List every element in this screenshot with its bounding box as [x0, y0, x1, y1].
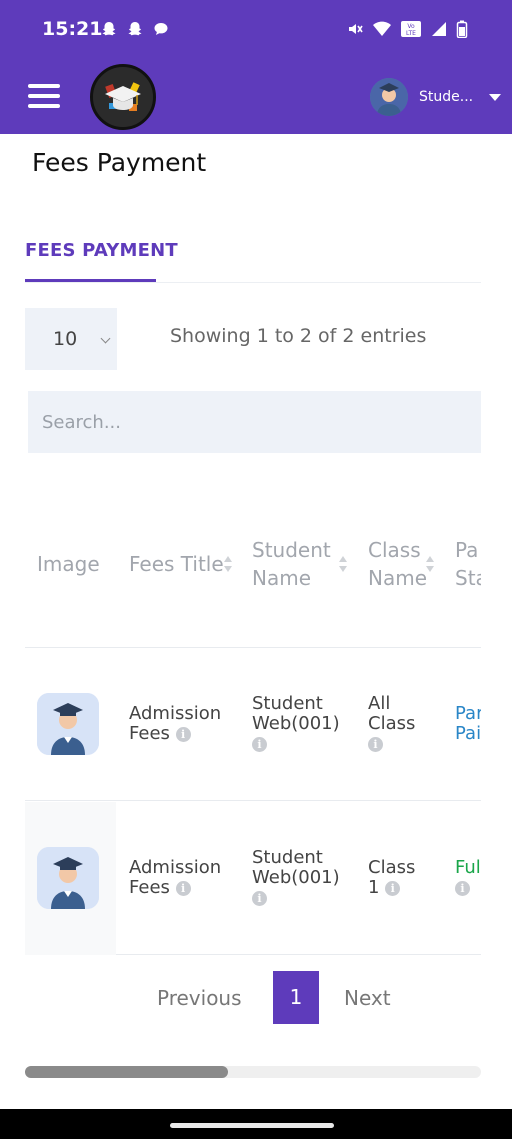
system-navigation-bar: [0, 1109, 512, 1139]
image-cell: [25, 648, 116, 801]
chevron-down-icon: [489, 93, 501, 101]
search-input[interactable]: [28, 391, 481, 453]
column-header-class-name[interactable]: Class Name: [368, 536, 427, 592]
notification-icons: [100, 20, 170, 38]
page-length-select[interactable]: 10: [25, 308, 117, 370]
student-name-cell: Student Web(001) i: [252, 693, 340, 752]
fees-table[interactable]: Image Fees Title Student Name Class Name…: [25, 490, 481, 956]
table-header: Image Fees Title Student Name Class Name…: [25, 490, 481, 648]
class-name-cell: Class 1 i: [368, 857, 416, 898]
app-bar: Stude...: [0, 60, 512, 134]
info-icon[interactable]: i: [385, 880, 401, 896]
battery-icon: [456, 20, 468, 42]
table-row[interactable]: Admission Fees i Student Web(001) i Clas…: [25, 802, 481, 955]
tab-divider: [25, 282, 481, 283]
info-icon[interactable]: i: [252, 890, 267, 906]
user-menu[interactable]: Stude...: [370, 78, 501, 116]
page-1-button[interactable]: 1: [273, 971, 319, 1024]
sort-icon[interactable]: [426, 556, 434, 574]
snapchat-icon: [100, 20, 118, 38]
home-gesture-handle[interactable]: [170, 1123, 334, 1128]
image-cell: [25, 802, 116, 955]
column-header-student-name[interactable]: Student Name: [252, 536, 331, 592]
entries-info: Showing 1 to 2 of 2 entries: [170, 325, 427, 347]
user-name: Stude...: [419, 89, 474, 105]
svg-text:LTE: LTE: [406, 30, 416, 37]
info-icon[interactable]: i: [368, 736, 383, 752]
payment-status-cell: Ful i: [455, 857, 481, 896]
horizontal-scrollbar-thumb[interactable]: [25, 1066, 228, 1078]
status-time: 15:21: [42, 18, 103, 40]
table-row[interactable]: Admission Fees i Student Web(001) i All …: [25, 648, 481, 801]
info-icon[interactable]: i: [252, 736, 267, 752]
column-header-image: Image: [37, 552, 100, 576]
svg-text:Vo: Vo: [407, 23, 415, 30]
student-name-cell: Student Web(001) i: [252, 847, 340, 906]
payment-status-cell: Par Pai: [455, 703, 481, 744]
school-logo[interactable]: [90, 64, 156, 130]
previous-page-button[interactable]: Previous: [157, 986, 242, 1010]
avatar: [370, 78, 408, 116]
student-avatar: [37, 693, 99, 755]
fees-title-cell: Admission Fees i: [129, 857, 222, 898]
column-header-payment-status[interactable]: Pa Sta: [455, 536, 481, 592]
page-title: Fees Payment: [32, 148, 207, 177]
info-icon[interactable]: i: [175, 880, 191, 896]
pagination: Previous 1 Next: [0, 970, 512, 1024]
system-icons: Vo LTE: [346, 20, 468, 42]
mute-icon: [346, 20, 364, 42]
tab-fees-payment[interactable]: FEES PAYMENT: [25, 240, 178, 261]
wifi-icon: [372, 20, 392, 42]
next-page-button[interactable]: Next: [344, 986, 391, 1010]
sort-icon[interactable]: [339, 556, 347, 574]
class-name-cell: All Class i: [368, 693, 416, 752]
chat-bubble-icon: [152, 20, 170, 38]
volte-icon: Vo LTE: [400, 20, 422, 42]
signal-icon: [430, 20, 448, 42]
fees-title-cell: Admission Fees i: [129, 703, 222, 744]
info-icon[interactable]: i: [175, 726, 191, 742]
sort-icon[interactable]: [224, 556, 232, 574]
page-length-value: 10: [53, 328, 78, 350]
student-avatar: [37, 847, 99, 909]
column-header-fees-title[interactable]: Fees Title: [129, 550, 224, 578]
snapchat-icon: [126, 20, 144, 38]
status-bar: 15:21 Vo LTE: [0, 0, 512, 60]
menu-icon[interactable]: [28, 84, 60, 108]
info-icon[interactable]: i: [455, 880, 470, 896]
chevron-down-icon: [100, 333, 111, 344]
